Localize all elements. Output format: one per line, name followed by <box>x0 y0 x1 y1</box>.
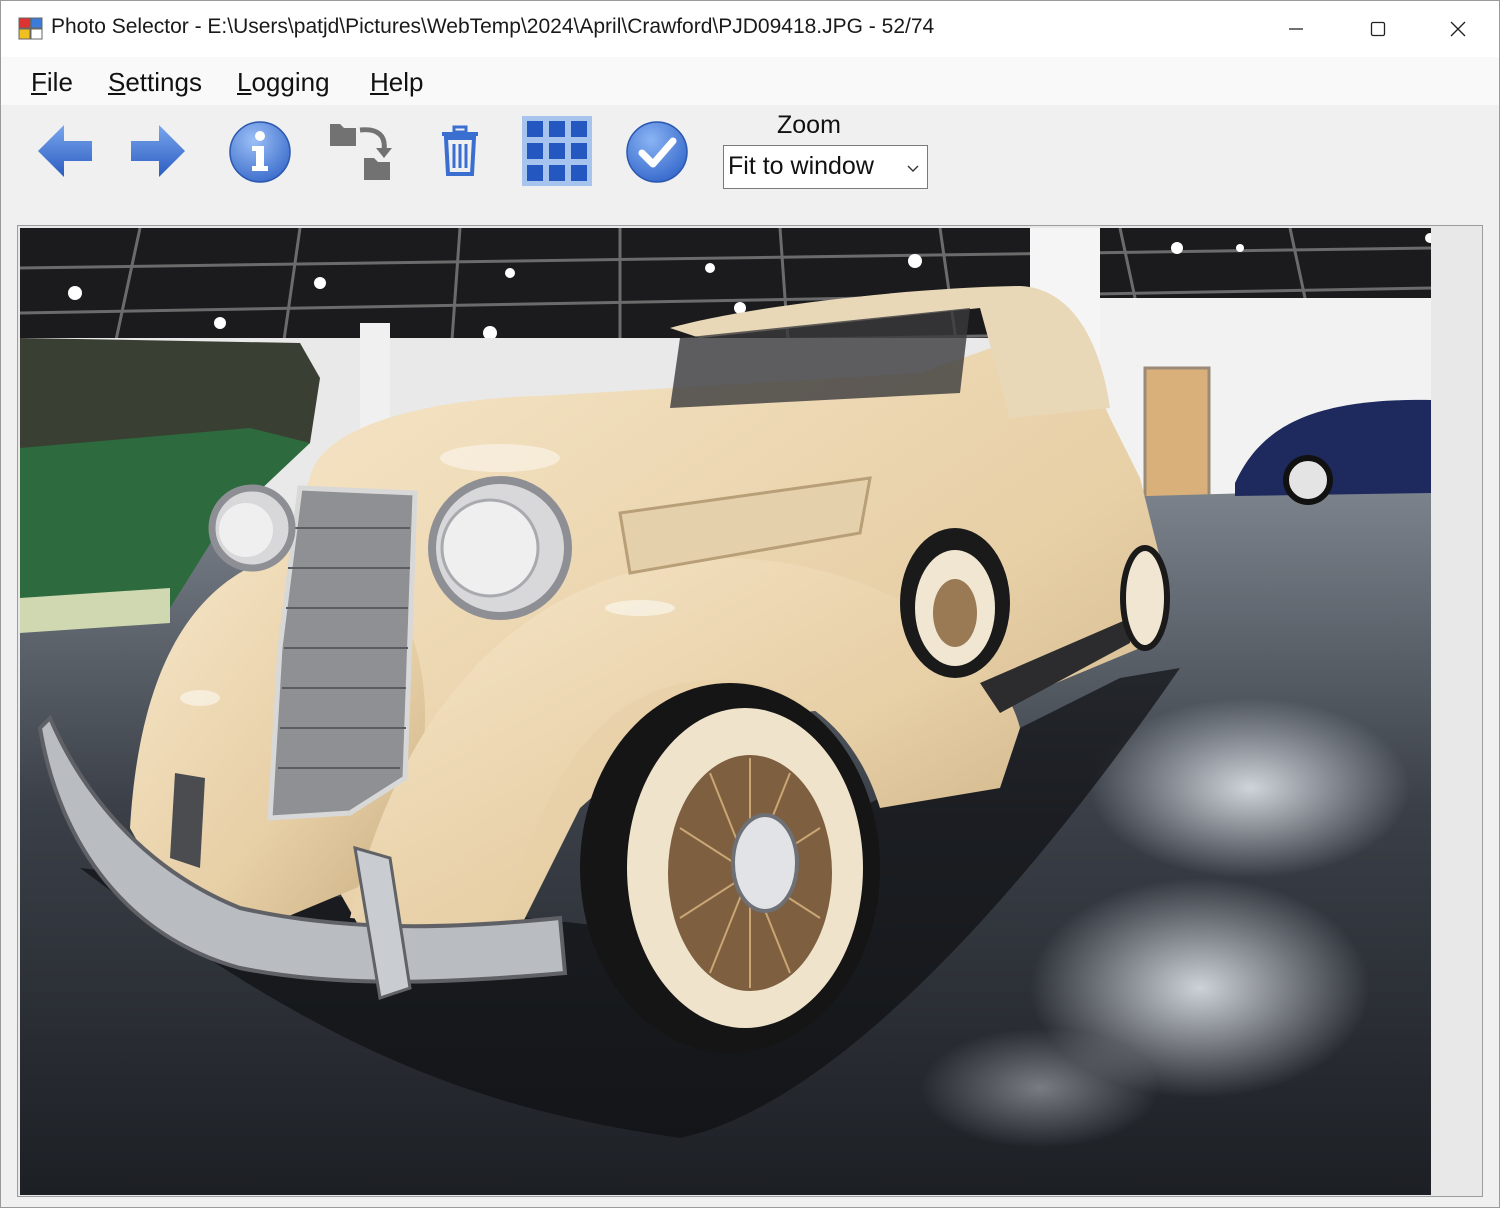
grid-view-button[interactable] <box>520 115 594 187</box>
minimize-button[interactable] <box>1255 1 1337 57</box>
minimize-icon <box>1289 28 1303 30</box>
photo-image <box>20 228 1431 1195</box>
menu-help-mnemonic: H <box>370 67 389 97</box>
menu-logging[interactable]: Logging <box>237 67 330 98</box>
title-bar[interactable]: Photo Selector - E:\Users\patjd\Pictures… <box>1 1 1499 57</box>
photo-viewport[interactable] <box>17 225 1483 1197</box>
maximize-button[interactable] <box>1337 1 1419 57</box>
grid-icon <box>522 116 592 186</box>
app-icon <box>18 17 43 40</box>
menu-settings[interactable]: Settings <box>108 67 202 98</box>
info-icon <box>229 121 291 183</box>
next-button[interactable] <box>128 119 188 183</box>
move-folder-icon <box>330 124 392 180</box>
menu-file-mnemonic: F <box>31 67 47 97</box>
zoom-select[interactable]: Fit to window <box>723 145 928 189</box>
previous-button[interactable] <box>35 119 95 183</box>
menu-help-label: elp <box>388 67 424 97</box>
close-button[interactable] <box>1417 1 1499 57</box>
zoom-value: Fit to window <box>728 152 874 180</box>
zoom-label: Zoom <box>777 111 841 139</box>
menu-bar: File Settings Logging Help <box>1 57 1499 105</box>
menu-help[interactable]: Help <box>370 67 423 98</box>
close-icon <box>1450 21 1466 37</box>
select-button[interactable] <box>624 119 690 185</box>
menu-file-label: ile <box>46 67 73 97</box>
window-title: Photo Selector - E:\Users\patjd\Pictures… <box>51 15 935 38</box>
menu-logging-mnemonic: L <box>237 67 252 97</box>
maximize-icon <box>1370 21 1386 37</box>
photo-selector-window: Photo Selector - E:\Users\patjd\Pictures… <box>0 0 1500 1208</box>
menu-logging-label: ogging <box>251 67 330 97</box>
info-button[interactable] <box>227 119 293 185</box>
menu-settings-label: ettings <box>125 67 202 97</box>
arrow-left-icon <box>38 125 92 177</box>
menu-file[interactable]: File <box>31 67 73 98</box>
arrow-right-icon <box>131 125 185 177</box>
toolbar: Zoom Fit to window <box>1 105 1499 223</box>
delete-button[interactable] <box>435 121 485 181</box>
trash-icon <box>442 125 478 176</box>
chevron-down-icon <box>907 165 919 172</box>
move-button[interactable] <box>325 117 397 185</box>
menu-settings-mnemonic: S <box>108 67 126 97</box>
checkmark-icon <box>626 121 688 183</box>
